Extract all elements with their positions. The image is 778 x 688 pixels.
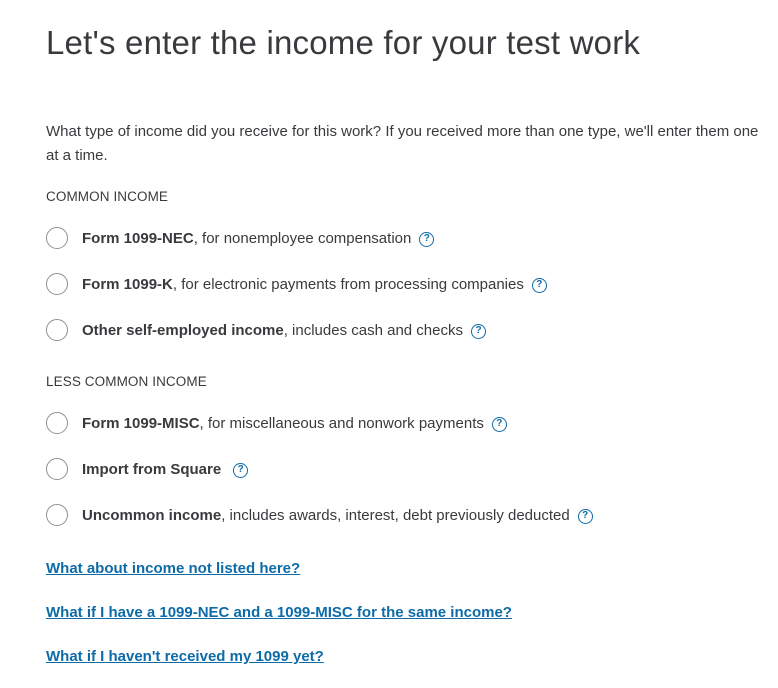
option-label-bold: Form 1099-MISC (82, 414, 200, 432)
radio-button[interactable] (46, 504, 68, 526)
option-label: Import from Square (82, 461, 221, 478)
question-circle-icon[interactable]: ? (419, 231, 435, 247)
option-other-self-employed-income[interactable]: Other self-employed income, includes cas… (46, 317, 486, 343)
radio-button[interactable] (46, 227, 68, 249)
radio-button[interactable] (46, 458, 68, 480)
section-label-common-income: COMMON INCOME (46, 189, 169, 204)
question-circle-icon[interactable]: ? (577, 508, 593, 524)
option-label-rest: , for electronic payments from processin… (172, 275, 524, 293)
radio-button[interactable] (46, 319, 68, 341)
link-1099-nec-and-1099-misc[interactable]: What if I have a 1099-NEC and a 1099-MIS… (46, 604, 512, 621)
option-label-rest: , for nonemployee compensation (193, 229, 412, 247)
option-label: Other self-employed income, includes cas… (82, 322, 463, 339)
option-form-1099-misc[interactable]: Form 1099-MISC, for miscellaneous and no… (46, 410, 507, 436)
option-uncommon-income[interactable]: Uncommon income, includes awards, intere… (46, 502, 593, 528)
option-label: Form 1099-NEC, for nonemployee compensat… (82, 230, 411, 247)
radio-button[interactable] (46, 412, 68, 434)
question-circle-icon[interactable]: ? (491, 416, 507, 432)
option-import-from-square[interactable]: Import from Square ? (46, 456, 249, 482)
question-circle-icon[interactable]: ? (531, 277, 547, 293)
page-title: Let's enter the income for your test wor… (46, 24, 641, 61)
intro-text: What type of income did you receive for … (46, 123, 759, 164)
option-label: Form 1099-MISC, for miscellaneous and no… (82, 415, 484, 432)
option-label-bold: Import from Square (82, 460, 222, 478)
question-circle-icon[interactable]: ? (471, 323, 486, 339)
option-label-rest: , includes cash and checks (283, 321, 463, 339)
link-income-not-listed[interactable]: What about income not listed here? (46, 560, 300, 577)
option-label: Uncommon income, includes awards, intere… (82, 507, 570, 524)
option-label-rest: , includes awards, interest, debt previo… (221, 506, 570, 524)
option-label-bold: Uncommon income (82, 506, 222, 524)
radio-button[interactable] (46, 273, 68, 295)
option-label-bold: Other self-employed income (82, 321, 284, 339)
option-form-1099-k[interactable]: Form 1099-K, for electronic payments fro… (46, 271, 547, 297)
option-label-bold: Form 1099-K (82, 275, 173, 293)
link-1099-not-received[interactable]: What if I haven't received my 1099 yet? (46, 648, 324, 665)
option-label-bold: Form 1099-NEC (82, 229, 194, 247)
option-label-rest: , for miscellaneous and nonwork payments (199, 414, 484, 432)
option-label: Form 1099-K, for electronic payments fro… (82, 276, 524, 293)
section-label-less-common-income: LESS COMMON INCOME (46, 374, 207, 389)
question-circle-icon[interactable]: ? (233, 462, 249, 478)
option-form-1099-nec[interactable]: Form 1099-NEC, for nonemployee compensat… (46, 225, 435, 251)
